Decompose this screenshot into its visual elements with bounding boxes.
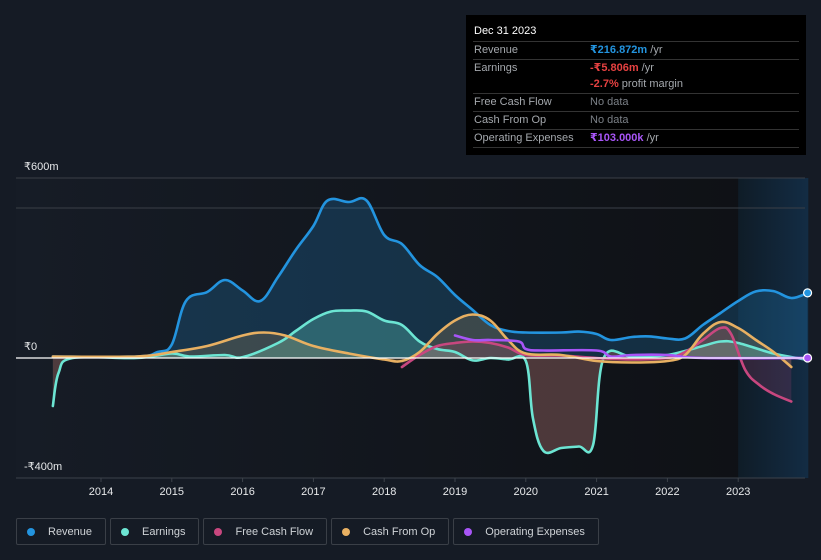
x-tick-label: 2018: [372, 486, 396, 498]
legend-item-earnings[interactable]: Earnings: [110, 518, 200, 545]
x-tick-label: 2019: [443, 486, 467, 498]
x-tick-label: 2021: [584, 486, 608, 498]
y-tick-label: -₹400m: [24, 461, 62, 473]
operating-expenses-endpoint-marker[interactable]: [802, 353, 813, 363]
tooltip-value: ₹216.872m /yr: [590, 44, 663, 56]
x-tick-label: 2014: [89, 486, 113, 498]
legend-item-revenue[interactable]: Revenue: [16, 518, 107, 545]
x-tick-label: 2015: [160, 486, 184, 498]
tooltip-row: Revenue ₹216.872m /yr: [473, 42, 799, 60]
tooltip-label: Revenue: [474, 44, 519, 56]
tooltip-label: Earnings: [474, 62, 518, 74]
tooltip-value: ₹103.000k /yr: [590, 132, 659, 144]
tooltip-row: Cash From Op No data: [473, 112, 799, 130]
tooltip-label: [473, 76, 590, 93]
x-tick-label: 2020: [514, 486, 538, 498]
legend-item-free-cash-flow[interactable]: Free Cash Flow: [203, 518, 328, 545]
tooltip-date: Dec 31 2023: [473, 23, 799, 42]
legend-label: Revenue: [48, 525, 93, 538]
tooltip-row: Earnings -₹5.806m /yr: [473, 60, 799, 76]
tooltip-row: Operating Expenses ₹103.000k /yr: [473, 130, 799, 148]
legend-dot-icon: [27, 527, 35, 536]
legend-item-cash-from-op[interactable]: Cash From Op: [331, 518, 450, 545]
legend-label: Cash From Op: [363, 525, 436, 538]
tooltip-label: Cash From Op: [474, 114, 547, 126]
x-tick-label: 2017: [301, 486, 325, 498]
tooltip-value: No data: [590, 114, 629, 126]
x-tick-label: 2023: [726, 486, 750, 498]
legend-label: Operating Expenses: [485, 525, 585, 538]
legend-label: Free Cash Flow: [235, 525, 314, 538]
legend-dot-icon: [342, 527, 351, 536]
legend-label: Earnings: [142, 525, 186, 538]
y-tick-label: ₹0: [24, 341, 37, 353]
tooltip-value: -₹5.806m /yr: [590, 62, 654, 74]
x-tick-label: 2016: [230, 486, 254, 498]
legend-item-operating-expenses[interactable]: Operating Expenses: [453, 518, 599, 545]
tooltip-label: Operating Expenses: [474, 132, 574, 144]
legend: Revenue Earnings Free Cash Flow Cash From O…: [16, 518, 599, 545]
tooltip-value: -2.7% profit margin: [590, 78, 683, 90]
x-tick-label: 2022: [655, 486, 679, 498]
tooltip-row: Free Cash Flow No data: [473, 94, 799, 112]
y-tick-label: ₹600m: [24, 161, 59, 173]
tooltip-row: -2.7% profit margin: [473, 76, 799, 94]
tooltip: Dec 31 2023 Revenue ₹216.872m /yr Earnings…: [466, 15, 806, 155]
tooltip-label: Free Cash Flow: [474, 96, 552, 108]
revenue-endpoint-marker[interactable]: [802, 288, 813, 298]
legend-dot-icon: [121, 527, 130, 536]
tooltip-value: No data: [590, 96, 629, 108]
legend-dot-icon: [214, 527, 223, 536]
legend-dot-icon: [464, 527, 473, 536]
